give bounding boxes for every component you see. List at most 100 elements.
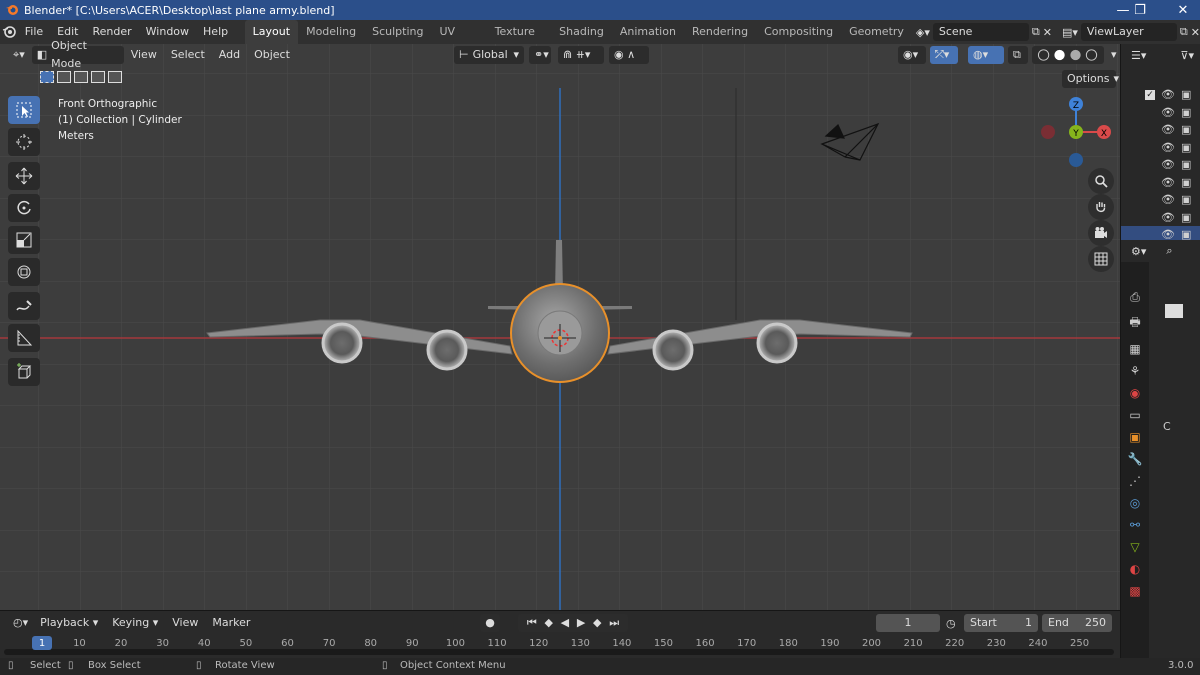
measure-tool[interactable] [8, 324, 40, 352]
eye-icon[interactable]: 👁 [1161, 88, 1175, 101]
menu-window[interactable]: Window [139, 20, 196, 44]
filter-icon[interactable]: ⊽▾ [1180, 49, 1194, 62]
viewport-menu-view[interactable]: View [124, 43, 164, 67]
proportional-edit-icon[interactable]: ◉ ∧ [609, 46, 649, 64]
viewlayer-selector[interactable]: ▤▾ ViewLayer ⧉ ✕ [1062, 23, 1200, 41]
timeline-menu-marker[interactable]: Marker [205, 611, 257, 635]
jump-end-icon[interactable]: ⏭ [609, 614, 619, 632]
viewport-menu-add[interactable]: Add [212, 43, 247, 67]
play-icon[interactable]: ▶ [577, 614, 585, 632]
search-icon[interactable]: ⌕ [1166, 244, 1172, 258]
select-subtract-icon[interactable] [74, 71, 88, 83]
end-frame-field[interactable]: End 250 [1042, 614, 1112, 632]
record-button[interactable]: ● [480, 614, 500, 632]
collection-props-icon[interactable]: ▭ [1129, 408, 1140, 422]
move-tool[interactable] [8, 162, 40, 190]
select-box-tool[interactable] [8, 96, 40, 124]
eye-icon[interactable]: 👁 [1161, 158, 1175, 171]
viewlayer-name-field[interactable]: ViewLayer [1080, 23, 1177, 41]
tab-modeling[interactable]: Modeling [298, 20, 364, 44]
gizmo-toggle-icon[interactable]: ⤱▾ [930, 46, 958, 64]
physics-props-icon[interactable]: ◎ [1130, 496, 1140, 510]
eye-icon[interactable]: 👁 [1161, 123, 1175, 136]
tab-uv-editing[interactable]: UV Editing [432, 20, 487, 62]
texture-props-icon[interactable]: ▩ [1129, 584, 1140, 598]
transform-orientation-select[interactable]: ⊢ Global ▾ [454, 46, 524, 64]
prev-keyframe-icon[interactable]: ◆ [544, 614, 552, 632]
camera-render-icon[interactable]: ▣ [1181, 123, 1191, 136]
camera-render-icon[interactable]: ▣ [1181, 211, 1191, 224]
blender-menu-icon[interactable] [0, 25, 18, 39]
scale-tool[interactable] [8, 226, 40, 254]
start-frame-field[interactable]: Start 1 [964, 614, 1038, 632]
menu-help[interactable]: Help [196, 20, 235, 44]
jump-start-icon[interactable]: ⏮ [527, 614, 537, 632]
menu-file[interactable]: File [18, 20, 50, 44]
annotate-tool[interactable] [8, 292, 40, 320]
timeline-editor-icon[interactable]: ◴▾ [8, 614, 33, 632]
new-viewlayer-icon[interactable]: ⧉ [1180, 25, 1188, 39]
eye-icon[interactable]: 👁 [1161, 176, 1175, 189]
3d-viewport[interactable]: Front Orthographic (1) Collection | Cyli… [0, 44, 1120, 610]
checkbox-icon[interactable]: ✓ [1145, 89, 1155, 100]
pivot-point-icon[interactable]: ⚭▾ [529, 46, 551, 64]
view-layer-props-icon[interactable]: ▦ [1129, 342, 1140, 356]
current-frame-field[interactable]: 1 [876, 614, 940, 632]
output-props-icon[interactable]: 🖶 [1129, 313, 1140, 334]
xray-toggle-icon[interactable]: ⧉ [1008, 46, 1028, 64]
maximize-button[interactable]: ❐ [1125, 0, 1155, 20]
transform-tool[interactable] [8, 258, 40, 286]
tab-geometry-nodes[interactable]: Geometry Nod [841, 20, 912, 62]
properties-editor-icon[interactable]: ⚙▾ [1131, 245, 1146, 258]
tab-compositing[interactable]: Compositing [756, 20, 841, 44]
select-invert-icon[interactable] [91, 71, 105, 83]
tab-animation[interactable]: Animation [612, 20, 684, 44]
viewport-menu-object[interactable]: Object [247, 43, 297, 67]
editor-type-icon[interactable]: ⌖▾ [8, 46, 30, 64]
visibility-icon[interactable]: ◉▾ [898, 46, 926, 64]
timeline-scrollbar[interactable] [4, 649, 1114, 655]
timeline-menu-keying[interactable]: Keying ▾ [105, 611, 165, 635]
playback-controls[interactable]: ⏮ ◆ ◀ ▶ ◆ ⏭ [518, 614, 628, 632]
camera-render-icon[interactable]: ▣ [1181, 193, 1191, 206]
tab-texture-paint[interactable]: Texture Paint [487, 20, 551, 62]
outliner-row[interactable]: 👁 ▣ [1145, 191, 1200, 209]
zoom-icon[interactable] [1088, 168, 1114, 194]
remove-viewlayer-icon[interactable]: ✕ [1191, 26, 1200, 39]
options-dropdown[interactable]: Options ▾ [1062, 70, 1119, 88]
select-new-icon[interactable] [40, 71, 54, 83]
select-intersect-icon[interactable] [108, 71, 122, 83]
outliner-row[interactable]: 👁 ▣ [1145, 139, 1200, 157]
play-reverse-icon[interactable]: ◀ [561, 614, 569, 632]
camera-view-icon[interactable] [1088, 220, 1114, 246]
rotate-tool[interactable] [8, 194, 40, 222]
camera-render-icon[interactable]: ▣ [1181, 176, 1191, 189]
outliner-row[interactable]: ✓ 👁 ▣ [1145, 86, 1200, 104]
eye-icon[interactable]: 👁 [1161, 211, 1175, 224]
camera-render-icon[interactable]: ▣ [1181, 88, 1191, 101]
constraints-props-icon[interactable]: ⚯ [1130, 518, 1140, 532]
object-props-icon[interactable]: ▣ [1129, 430, 1140, 444]
timeline-menu-view[interactable]: View [165, 611, 205, 635]
ortho-toggle-icon[interactable] [1088, 246, 1114, 272]
tab-sculpting[interactable]: Sculpting [364, 20, 431, 44]
shading-mode-buttons[interactable] [1032, 46, 1104, 64]
camera-render-icon[interactable]: ▣ [1181, 106, 1191, 119]
eye-icon[interactable]: 👁 [1161, 193, 1175, 206]
data-props-icon[interactable]: ▽ [1130, 540, 1139, 554]
tab-layout[interactable]: Layout [244, 20, 299, 44]
outliner-row[interactable]: 👁 ▣ [1145, 156, 1200, 174]
world-props-icon[interactable]: ◉ [1130, 386, 1140, 400]
viewport-menu-select[interactable]: Select [164, 43, 212, 67]
tab-rendering[interactable]: Rendering [684, 20, 756, 44]
camera-render-icon[interactable]: ▣ [1181, 158, 1191, 171]
render-props-icon[interactable]: ⎙ [1130, 290, 1140, 305]
outliner-row[interactable]: 👁 ▣ [1145, 209, 1200, 227]
pan-hand-icon[interactable] [1088, 194, 1114, 220]
clock-icon[interactable]: ◷ [946, 617, 956, 630]
selection-mode-buttons[interactable] [40, 71, 122, 83]
tab-shading[interactable]: Shading [551, 20, 612, 44]
outliner-editor-icon[interactable]: ☰▾ [1131, 49, 1146, 62]
cursor-tool[interactable] [8, 128, 40, 156]
new-scene-icon[interactable]: ⧉ [1032, 25, 1040, 39]
